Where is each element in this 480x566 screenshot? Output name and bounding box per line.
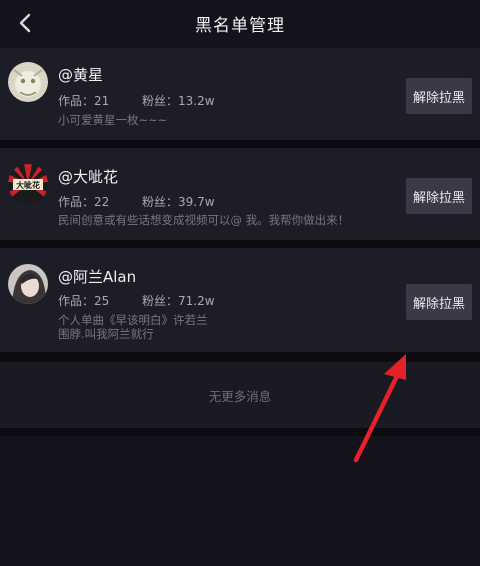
user-name: @大呲花 bbox=[58, 168, 119, 186]
user-bio: 民间创意或有些话想变成视频可以@ 我。我帮你做出来！ bbox=[58, 213, 388, 227]
user-name: @黄星 bbox=[58, 66, 104, 84]
page-title: 黑名单管理 bbox=[195, 15, 285, 36]
top-bar: 黑名单管理 bbox=[0, 0, 480, 46]
user-name: @阿兰Alan bbox=[58, 268, 137, 286]
unblock-button[interactable]: 解除拉黑 bbox=[406, 178, 472, 214]
works-count: 作品：25 bbox=[58, 294, 110, 308]
blocked-user-item: @黄星 作品：21 粉丝：13.2w 小可爱黄星一枚~~~ 解除拉黑 bbox=[0, 48, 480, 140]
back-button[interactable] bbox=[10, 8, 40, 38]
avatar[interactable] bbox=[8, 264, 48, 304]
avatar-image bbox=[8, 62, 48, 102]
user-stats: 作品：21 粉丝：13.2w bbox=[58, 92, 215, 109]
fans-count: 粉丝：71.2w bbox=[142, 294, 215, 308]
works-count: 作品：22 bbox=[58, 195, 110, 209]
svg-text:大呲花: 大呲花 bbox=[16, 180, 40, 190]
bio-line: 围脖.叫我阿兰就行 bbox=[58, 327, 154, 341]
avatar-image bbox=[8, 264, 48, 304]
bio-line: 民间创意或有些话想变成视频可以@ 我。我帮你做出来！ bbox=[58, 213, 350, 227]
blocked-user-item: 大呲花 @大呲花 作品：22 粉丝：39.7w 民间创意或有些话想变成视频可以@… bbox=[0, 148, 480, 240]
chevron-left-icon bbox=[19, 13, 31, 33]
avatar-image: 大呲花 bbox=[8, 164, 48, 204]
blocked-user-item: @阿兰Alan 作品：25 粉丝：71.2w 个人单曲《早该明白》许若兰 围脖.… bbox=[0, 248, 480, 352]
unblock-button[interactable]: 解除拉黑 bbox=[406, 78, 472, 114]
divider bbox=[0, 240, 480, 248]
blacklist-screen: 黑名单管理 @黄星 作品：21 粉丝：13.2w 小可爱黄星一枚~~~ 解除拉黑 bbox=[0, 0, 480, 566]
user-bio: 小可爱黄星一枚~~~ bbox=[58, 113, 378, 127]
annotation-arrow-icon bbox=[353, 354, 406, 463]
fans-count: 粉丝：39.7w bbox=[142, 195, 215, 209]
user-bio: 个人单曲《早该明白》许若兰 围脖.叫我阿兰就行 bbox=[58, 313, 378, 341]
bio-line: 小可爱黄星一枚~~~ bbox=[58, 113, 168, 127]
bio-line: 个人单曲《早该明白》许若兰 bbox=[58, 313, 208, 327]
unblock-button[interactable]: 解除拉黑 bbox=[406, 284, 472, 320]
works-count: 作品：21 bbox=[58, 94, 110, 108]
avatar[interactable] bbox=[8, 62, 48, 102]
user-stats: 作品：22 粉丝：39.7w bbox=[58, 193, 215, 210]
avatar[interactable]: 大呲花 bbox=[8, 164, 48, 204]
fans-count: 粉丝：13.2w bbox=[142, 94, 215, 108]
user-stats: 作品：25 粉丝：71.2w bbox=[58, 292, 215, 309]
divider bbox=[0, 140, 480, 148]
